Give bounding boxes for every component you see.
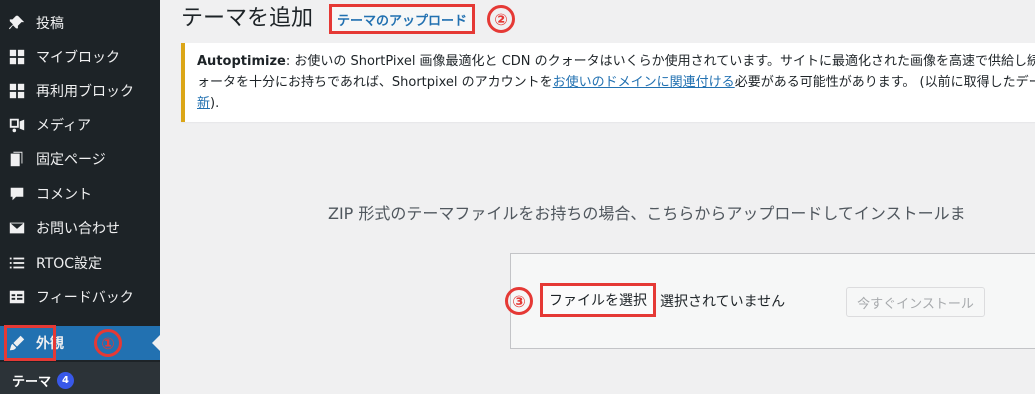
pages-icon bbox=[8, 150, 26, 168]
feedback-icon bbox=[8, 288, 26, 306]
choose-file-button[interactable]: ファイルを選択 bbox=[540, 283, 656, 317]
submenu-item-themes[interactable]: テーマ 4 bbox=[12, 371, 75, 390]
associate-domain-link[interactable]: お使いのドメインに関連付ける bbox=[553, 75, 735, 90]
notice-text: : お使いの ShortPixel 画像最適化と CDN のクォータはいくらか使… bbox=[285, 54, 1035, 69]
page-title: テーマを追加 bbox=[181, 6, 314, 31]
pin-icon bbox=[8, 14, 26, 32]
sidebar-item-feedback[interactable]: フィードバック bbox=[0, 280, 160, 314]
annotation-number-2: ② bbox=[487, 5, 515, 33]
sidebar-item-pages[interactable]: 固定ページ bbox=[0, 142, 160, 176]
mail-icon bbox=[8, 219, 26, 237]
sidebar-item-label: 再利用ブロック bbox=[36, 84, 134, 100]
sidebar-item-rtoc-settings[interactable]: RTOC設定 bbox=[0, 246, 160, 280]
notice-line-3: 新). bbox=[197, 93, 1035, 114]
sidebar-item-label: 固定ページ bbox=[36, 152, 106, 168]
sidebar-item-label: お問い合わせ bbox=[36, 221, 120, 237]
autoptimize-notice: Autoptimize: お使いの ShortPixel 画像最適化と CDN … bbox=[181, 43, 1035, 122]
sidebar-item-my-blocks[interactable]: マイブロック bbox=[0, 40, 160, 74]
notice-text: ォータを十分にお持ちであれば、Shortpixel のアカウントを bbox=[197, 75, 553, 90]
sidebar-item-contact[interactable]: お問い合わせ bbox=[0, 211, 160, 245]
notice-line-1: Autoptimize: お使いの ShortPixel 画像最適化と CDN … bbox=[197, 51, 1035, 72]
upload-instructions: ZIP 形式のテーマファイルをお持ちの場合、こちらからアップロードしてインストー… bbox=[328, 204, 966, 223]
blocks-icon bbox=[8, 48, 26, 66]
sidebar-item-label: フィードバック bbox=[36, 290, 134, 306]
sidebar-item-label: RTOC設定 bbox=[36, 256, 103, 272]
sidebar-item-label: マイブロック bbox=[36, 50, 120, 66]
notice-refresh-link[interactable]: 新 bbox=[197, 96, 210, 111]
sidebar-item-media[interactable]: メディア bbox=[0, 108, 160, 142]
install-now-button[interactable]: 今すぐインストール bbox=[846, 287, 985, 317]
annotation-number-3: ③ bbox=[505, 287, 533, 315]
blocks-icon bbox=[8, 82, 26, 100]
sidebar-item-label: コメント bbox=[36, 187, 92, 203]
comment-icon bbox=[8, 185, 26, 203]
active-indicator bbox=[152, 335, 160, 351]
media-icon bbox=[8, 116, 26, 134]
sidebar-item-posts[interactable]: 投稿 bbox=[0, 6, 160, 40]
notice-text: ). bbox=[210, 96, 220, 111]
sidebar-item-reusable-blocks[interactable]: 再利用ブロック bbox=[0, 74, 160, 108]
submenu-item-label: テーマ bbox=[12, 375, 52, 390]
list-icon bbox=[8, 254, 26, 272]
notice-plugin-name: Autoptimize bbox=[197, 54, 286, 69]
annotation-highlight-box bbox=[4, 325, 56, 361]
sidebar-item-label: メディア bbox=[36, 118, 92, 134]
appearance-submenu: テーマ 4 bbox=[0, 362, 160, 394]
upload-theme-button[interactable]: テーマのアップロード bbox=[329, 4, 475, 34]
no-file-selected-text: 選択されていません bbox=[660, 294, 786, 310]
update-count-badge: 4 bbox=[57, 372, 75, 389]
sidebar-item-comments[interactable]: コメント bbox=[0, 177, 160, 211]
sidebar-item-label: 投稿 bbox=[36, 16, 64, 32]
notice-text: 必要がある可能性があります。 (以前に取得したデー bbox=[734, 75, 1035, 90]
notice-line-2: ォータを十分にお持ちであれば、Shortpixel のアカウントをお使いのドメイ… bbox=[197, 72, 1035, 93]
annotation-number-1: ① bbox=[94, 329, 122, 357]
